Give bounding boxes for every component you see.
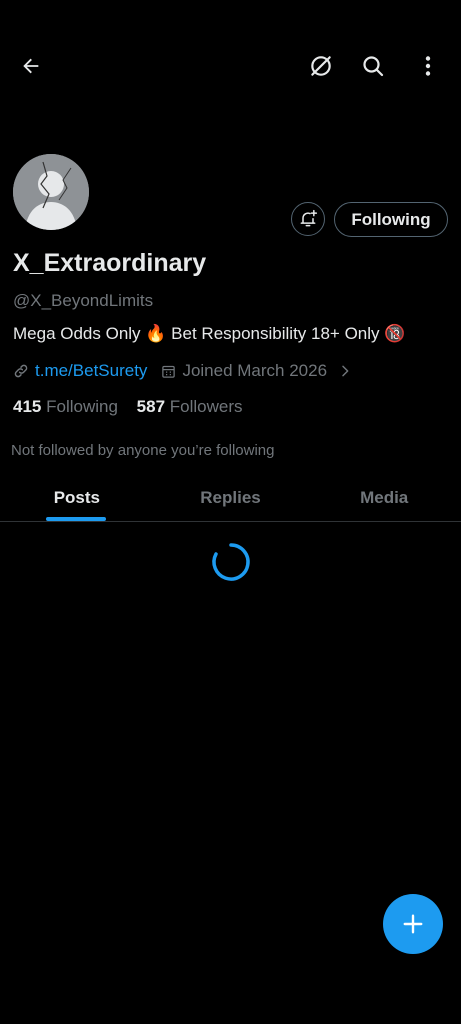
handle: @X_BeyondLimits — [13, 291, 154, 310]
active-tab-indicator — [46, 517, 106, 521]
back-button[interactable] — [11, 46, 51, 86]
chevron-right-icon[interactable] — [337, 363, 353, 379]
follow-counts: 415 Following 587 Followers — [13, 397, 243, 417]
followers-count-link[interactable]: 587 Followers — [137, 397, 243, 416]
search-button[interactable] — [353, 46, 393, 86]
following-count: 415 — [13, 397, 42, 416]
followers-label: Followers — [169, 397, 243, 416]
tab-media[interactable]: Media — [307, 474, 461, 521]
link-icon — [14, 364, 28, 378]
following-label: Following — [46, 397, 118, 416]
joined-date: Joined March 2026 — [182, 361, 328, 380]
more-button[interactable] — [408, 46, 448, 86]
grok-button[interactable] — [301, 46, 341, 86]
loading-spinner-icon — [212, 543, 250, 581]
profile-link[interactable]: t.me/BetSurety — [35, 361, 147, 381]
grok-icon — [311, 56, 331, 76]
following-count-link[interactable]: 415 Following — [13, 397, 123, 416]
more-vertical-icon — [425, 56, 431, 76]
profile-tabs: Posts Replies Media — [0, 474, 461, 522]
compose-fab[interactable] — [383, 894, 443, 954]
notify-button[interactable] — [291, 202, 325, 236]
followers-count: 587 — [136, 397, 166, 416]
tab-posts[interactable]: Posts — [0, 474, 154, 521]
display-name: X_Extraordinary — [13, 249, 207, 277]
avatar[interactable] — [13, 154, 89, 230]
bell-plus-icon — [300, 209, 318, 227]
following-button[interactable]: Following — [334, 202, 448, 237]
search-icon — [363, 56, 384, 77]
plus-icon — [403, 914, 423, 934]
followed-by-note: Not followed by anyone you’re following — [11, 442, 275, 459]
tab-replies[interactable]: Replies — [154, 474, 308, 521]
arrow-left-icon — [23, 58, 39, 74]
calendar-icon — [162, 365, 176, 378]
profile-meta: t.me/BetSurety Joined March 2026 — [13, 360, 353, 382]
default-avatar-icon — [13, 154, 89, 230]
bio: Mega Odds Only 🔥 Bet Responsibility 18+ … — [13, 324, 406, 343]
